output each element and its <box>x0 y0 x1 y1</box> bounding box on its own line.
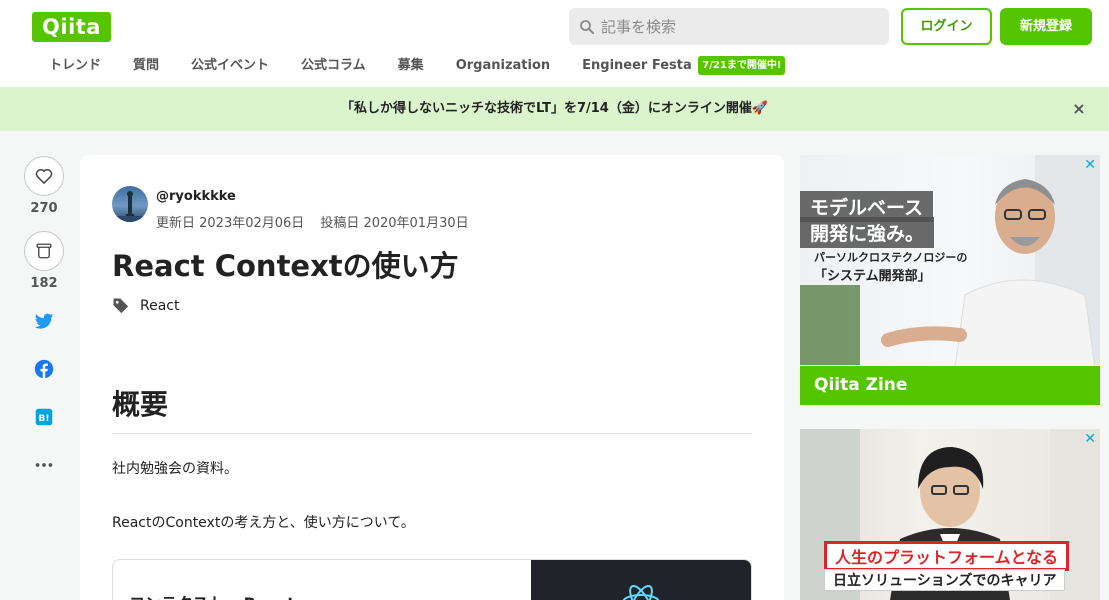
like-button[interactable] <box>24 156 64 196</box>
facebook-icon[interactable] <box>33 358 55 380</box>
close-icon[interactable]: × <box>1071 101 1087 117</box>
link-card-title: コンテクスト – React <box>129 590 295 600</box>
like-count: 270 <box>30 201 58 216</box>
qiita-logo[interactable]: Qiita <box>32 12 111 42</box>
tag-icon <box>113 298 129 314</box>
article-card: @ryokkkke 更新日 2023年02月06日 投稿日 2020年01月30日… <box>80 155 784 600</box>
more-icon[interactable] <box>33 454 55 476</box>
search-box[interactable] <box>569 8 889 45</box>
login-button[interactable]: ログイン <box>901 8 992 45</box>
banner-text: 「私しか得しないニッチな技術でLT」を7/14（金）にオンライン開催🚀 <box>340 101 769 116</box>
event-badge: 7/21まで開催中! <box>698 56 786 75</box>
nav-official-event[interactable]: 公式イベント <box>175 51 285 81</box>
link-card[interactable]: コンテクスト – React <box>112 559 752 600</box>
ad-subtext-2: 「システム開発部」 <box>814 269 931 284</box>
search-input[interactable] <box>601 8 881 45</box>
avatar[interactable] <box>112 186 148 222</box>
stock-button[interactable] <box>24 231 64 271</box>
nav-engineer-festa-label: Engineer Festa <box>582 58 692 73</box>
nav-official-column[interactable]: 公式コラム <box>285 51 382 81</box>
article-dates: 更新日 2023年02月06日 投稿日 2020年01月30日 <box>156 212 469 231</box>
stock-icon <box>36 243 52 259</box>
ad-close-icon[interactable]: ✕ <box>1084 431 1096 447</box>
site-header: Qiita ログイン 新規登録 トレンド 質問 公式イベント 公式コラム 募集 … <box>0 0 1109 87</box>
nav-trend[interactable]: トレンド <box>33 51 117 81</box>
advertisement-qiita-zine[interactable]: モデルベース 開発に強み。 パーソルクロステクノロジーの 「システム開発部」 Q… <box>800 155 1100 405</box>
advertisement-hitachi[interactable]: 人生のプラットフォームとなる 日立ソリューションズでのキャリア ✕ <box>800 429 1100 600</box>
ad-subheadline: 日立ソリューションズでのキャリア <box>824 569 1066 591</box>
ad-close-icon[interactable]: ✕ <box>1084 157 1096 173</box>
stock-count: 182 <box>30 276 58 291</box>
nav-engineer-festa[interactable]: Engineer Festa 7/21まで開催中! <box>566 51 786 81</box>
section-heading: 概要 <box>112 383 752 434</box>
ad-headline: 人生のプラットフォームとなる <box>824 541 1070 571</box>
heart-icon <box>35 168 53 184</box>
paragraph: 社内勉強会の資料。 <box>112 461 238 477</box>
signup-button[interactable]: 新規登録 <box>1000 8 1092 45</box>
tag-label: React <box>140 298 180 314</box>
main-nav: トレンド 質問 公式イベント 公式コラム 募集 Organization Eng… <box>33 51 786 81</box>
hatena-bookmark-icon[interactable]: B! <box>33 406 55 428</box>
article-actions: 270 182 B! <box>22 156 66 476</box>
react-logo-icon <box>622 585 660 600</box>
nav-organization[interactable]: Organization <box>440 51 566 81</box>
tag-react[interactable]: React <box>112 297 179 315</box>
search-icon <box>580 20 595 35</box>
announcement-banner[interactable]: 「私しか得しないニッチな技術でLT」を7/14（金）にオンライン開催🚀 × <box>0 87 1109 131</box>
updated-date: 更新日 2023年02月06日 <box>156 216 305 231</box>
article-title: React Contextの使い方 <box>112 249 459 283</box>
avatar-image <box>112 191 148 222</box>
author-username[interactable]: @ryokkkke <box>156 189 236 204</box>
nav-recruit[interactable]: 募集 <box>382 51 440 81</box>
svg-text:B!: B! <box>38 413 49 424</box>
ad-subtext-1: パーソルクロステクノロジーの <box>814 251 968 264</box>
ad-headline-2: 開発に強み。 <box>800 217 935 248</box>
paragraph: ReactのContextの考え方と、使い方について。 <box>112 515 415 531</box>
nav-question[interactable]: 質問 <box>117 51 175 81</box>
twitter-icon[interactable] <box>33 310 55 332</box>
link-card-thumbnail <box>531 560 751 600</box>
posted-date: 投稿日 2020年01月30日 <box>320 216 469 231</box>
ad-footer-brand: Qiita Zine <box>800 366 1100 405</box>
